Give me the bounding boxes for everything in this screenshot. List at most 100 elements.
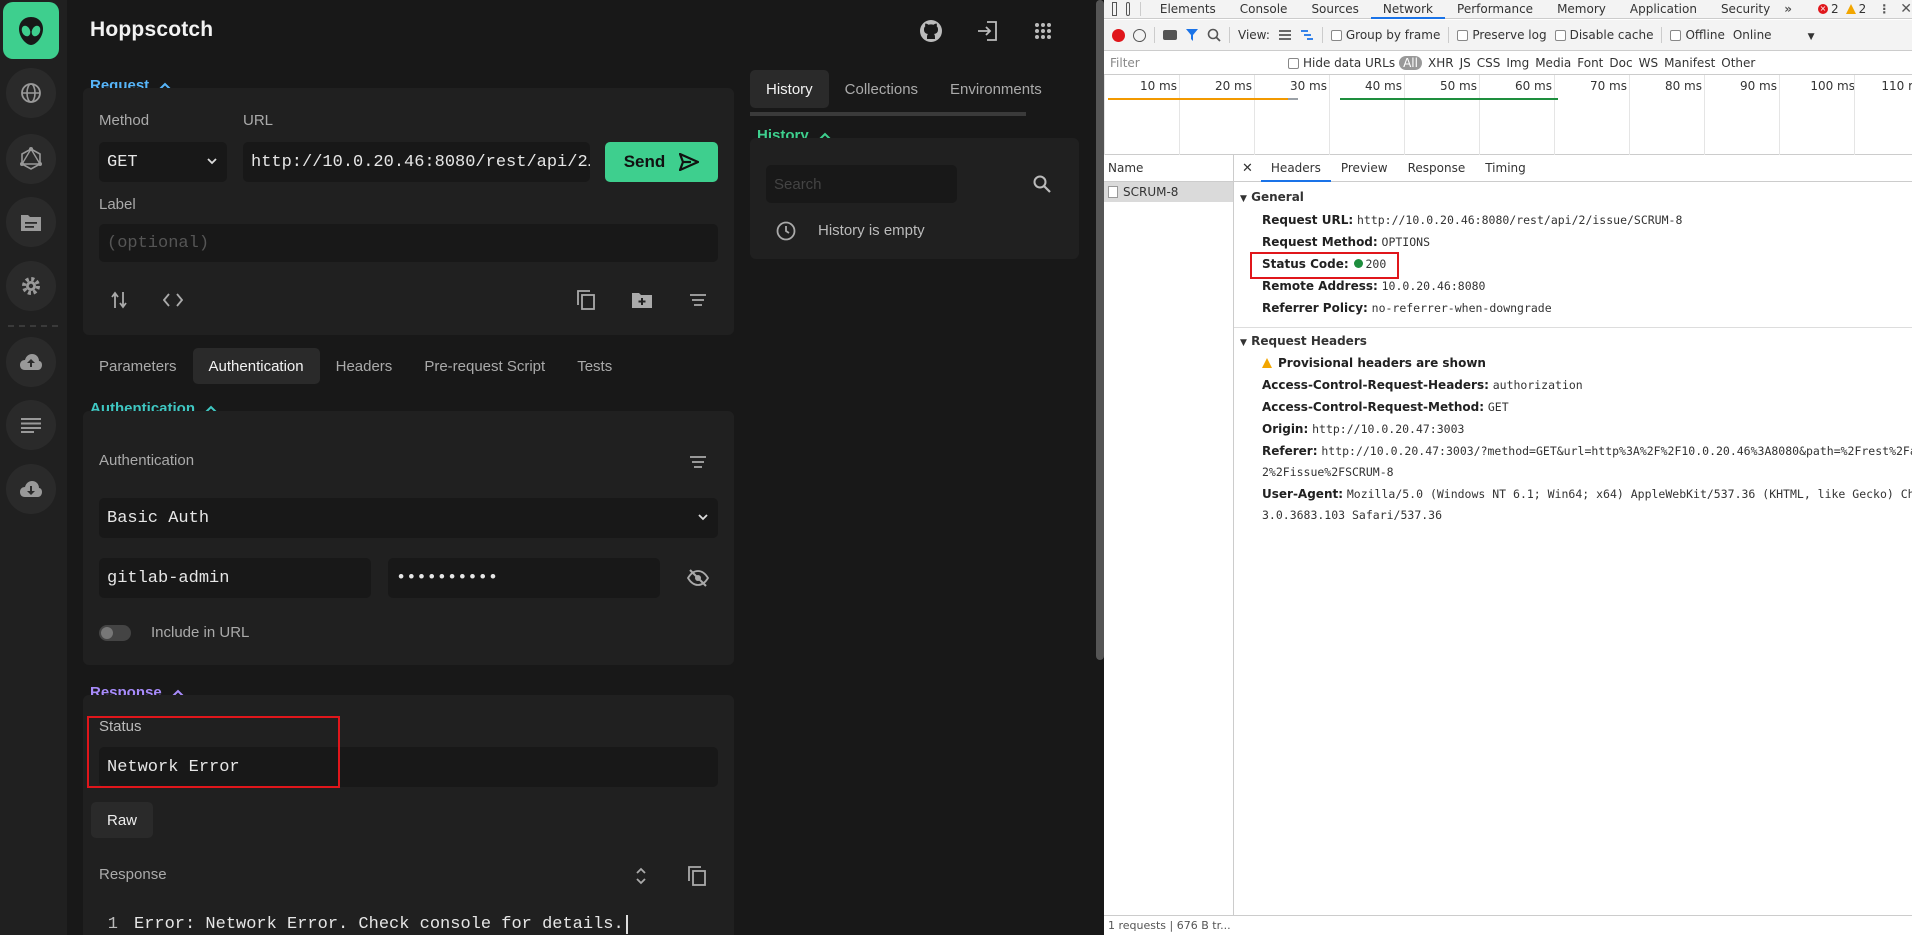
response-body-editor[interactable]: 1 Error: Network Error. Check console fo… (83, 907, 734, 935)
devtools-tab-performance[interactable]: Performance (1445, 0, 1545, 19)
throttling-select[interactable]: Online ▼ (1733, 28, 1815, 42)
detail-tab-preview[interactable]: Preview (1331, 155, 1398, 182)
nav-list-button[interactable] (6, 400, 56, 450)
copy-request-button[interactable] (572, 286, 600, 314)
warning-count: 2 (1858, 2, 1867, 16)
name-column-header[interactable]: Name (1104, 155, 1233, 182)
preserve-log-checkbox[interactable]: Preserve log (1457, 28, 1547, 42)
tab-headers[interactable]: Headers (320, 348, 409, 384)
apps-menu-button[interactable] (1031, 19, 1055, 43)
expand-response-button[interactable] (627, 862, 655, 890)
username-input[interactable]: gitlab-admin (99, 558, 371, 598)
tab-collections[interactable]: Collections (829, 70, 934, 108)
detail-tab-response[interactable]: Response (1398, 155, 1476, 182)
filter-icon[interactable] (1185, 28, 1199, 42)
screenshot-camera-icon[interactable] (1163, 30, 1177, 40)
password-input[interactable]: •••••••••• (388, 558, 660, 598)
tab-tests[interactable]: Tests (561, 348, 628, 384)
nav-download-button[interactable] (6, 464, 56, 514)
devtools-tab-elements[interactable]: Elements (1148, 0, 1228, 19)
detail-tab-timing[interactable]: Timing (1475, 155, 1536, 182)
tab-pre-request-script[interactable]: Pre-request Script (408, 348, 561, 384)
detail-tab-headers[interactable]: Headers (1260, 155, 1331, 182)
filter-type-media[interactable]: Media (1535, 56, 1571, 70)
page-scrollbar[interactable] (1096, 0, 1104, 660)
devtools-tab-security[interactable]: Security (1709, 0, 1782, 19)
nav-upload-button[interactable] (6, 337, 56, 387)
filter-type-ws[interactable]: WS (1639, 56, 1658, 70)
filter-type-manifest[interactable]: Manifest (1664, 56, 1715, 70)
close-detail-icon[interactable]: ✕ (1234, 161, 1261, 176)
device-toggle-icon[interactable] (1125, 2, 1130, 16)
swap-button[interactable] (105, 286, 133, 314)
group-by-frame-checkbox[interactable]: Group by frame (1330, 28, 1440, 42)
code-button[interactable] (159, 286, 187, 314)
history-search-button[interactable] (1028, 170, 1056, 198)
hide-data-urls-label: Hide data URLs (1303, 56, 1396, 70)
method-select[interactable]: GET (99, 142, 227, 182)
devtools-panel: Elements Console Sources Network Perform… (1104, 0, 1912, 935)
devtools-main-toolbar: Elements Console Sources Network Perform… (1104, 0, 1912, 19)
filter-type-font[interactable]: Font (1577, 56, 1603, 70)
list-view-icon[interactable] (1278, 29, 1292, 41)
request-headers-section-toggle[interactable]: ▼ Request Headers (1240, 334, 1367, 348)
clear-icon[interactable] (1133, 28, 1146, 42)
clock-icon (776, 221, 796, 241)
url-input[interactable]: http://10.0.20.46:8080/rest/api/2… (243, 142, 590, 182)
disable-cache-checkbox[interactable]: Disable cache (1554, 28, 1653, 42)
devtools-tab-console[interactable]: Console (1228, 0, 1300, 19)
nav-graphql-button[interactable] (6, 134, 56, 184)
devtools-tab-network[interactable]: Network (1370, 0, 1446, 19)
login-button[interactable] (975, 19, 999, 43)
record-icon[interactable] (1112, 28, 1125, 42)
tab-environments[interactable]: Environments (934, 70, 1058, 108)
filter-type-xhr[interactable]: XHR (1428, 56, 1454, 70)
close-devtools-icon[interactable]: ✕ (1900, 1, 1912, 17)
history-search-input[interactable]: Search (766, 165, 957, 203)
filter-input[interactable]: Filter (1110, 56, 1278, 70)
nav-documentation-button[interactable] (6, 197, 56, 247)
url-value: http://10.0.20.46:8080/rest/api/2… (251, 152, 590, 172)
toggle-password-visibility-button[interactable] (684, 564, 712, 592)
nav-settings-button[interactable] (6, 261, 56, 311)
filter-type-doc[interactable]: Doc (1609, 56, 1632, 70)
tab-authentication[interactable]: Authentication (192, 348, 320, 384)
label-input[interactable]: (optional) (99, 224, 718, 262)
timeline-tick: 70 ms (1554, 75, 1627, 155)
more-tabs-icon[interactable]: » (1784, 2, 1792, 16)
filter-type-all[interactable]: All (1399, 56, 1422, 70)
nav-rest-button[interactable] (6, 68, 56, 118)
hoppscotch-logo[interactable] (3, 2, 59, 59)
network-overview-timeline[interactable]: 10 ms 20 ms 30 ms 40 ms 50 ms 60 ms 70 m… (1104, 75, 1912, 155)
filter-type-img[interactable]: Img (1506, 56, 1529, 70)
hide-data-urls-checkbox[interactable]: Hide data URLs (1288, 56, 1395, 70)
filter-type-other[interactable]: Other (1721, 56, 1755, 70)
request-detail-pane: ✕ Headers Preview Response Timing ▼ Gene… (1234, 155, 1912, 935)
github-button[interactable] (919, 19, 943, 43)
error-counter[interactable]: × 2 2 (1817, 2, 1867, 16)
filter-type-css[interactable]: CSS (1477, 56, 1501, 70)
include-in-url-toggle[interactable] (99, 625, 131, 641)
request-row[interactable]: SCRUM-8 (1104, 182, 1233, 202)
tab-history[interactable]: History (750, 70, 829, 108)
save-to-collection-button[interactable] (628, 286, 656, 314)
waterfall-view-icon[interactable] (1300, 29, 1314, 41)
devtools-tab-memory[interactable]: Memory (1545, 0, 1618, 19)
devtools-tab-sources[interactable]: Sources (1299, 0, 1370, 19)
clear-request-button[interactable] (684, 286, 712, 314)
copy-response-button[interactable] (683, 862, 711, 890)
clear-auth-button[interactable] (684, 448, 712, 476)
devtools-tab-application[interactable]: Application (1618, 0, 1709, 19)
offline-checkbox[interactable]: Offline (1670, 28, 1725, 42)
raw-button[interactable]: Raw (91, 802, 153, 838)
tab-parameters[interactable]: Parameters (83, 348, 193, 384)
auth-type-select[interactable]: Basic Auth (99, 498, 718, 538)
remote-address-row: Remote Address: 10.0.20.46:8080 (1262, 279, 1486, 293)
send-button[interactable]: Send (605, 142, 718, 182)
kebab-menu-icon[interactable]: ⋮ (1878, 2, 1890, 16)
search-icon[interactable] (1207, 28, 1221, 42)
history-empty-text: History is empty (818, 222, 925, 239)
general-section-toggle[interactable]: ▼ General (1240, 190, 1304, 204)
inspect-element-icon[interactable] (1112, 2, 1117, 16)
filter-type-js[interactable]: JS (1460, 56, 1471, 70)
